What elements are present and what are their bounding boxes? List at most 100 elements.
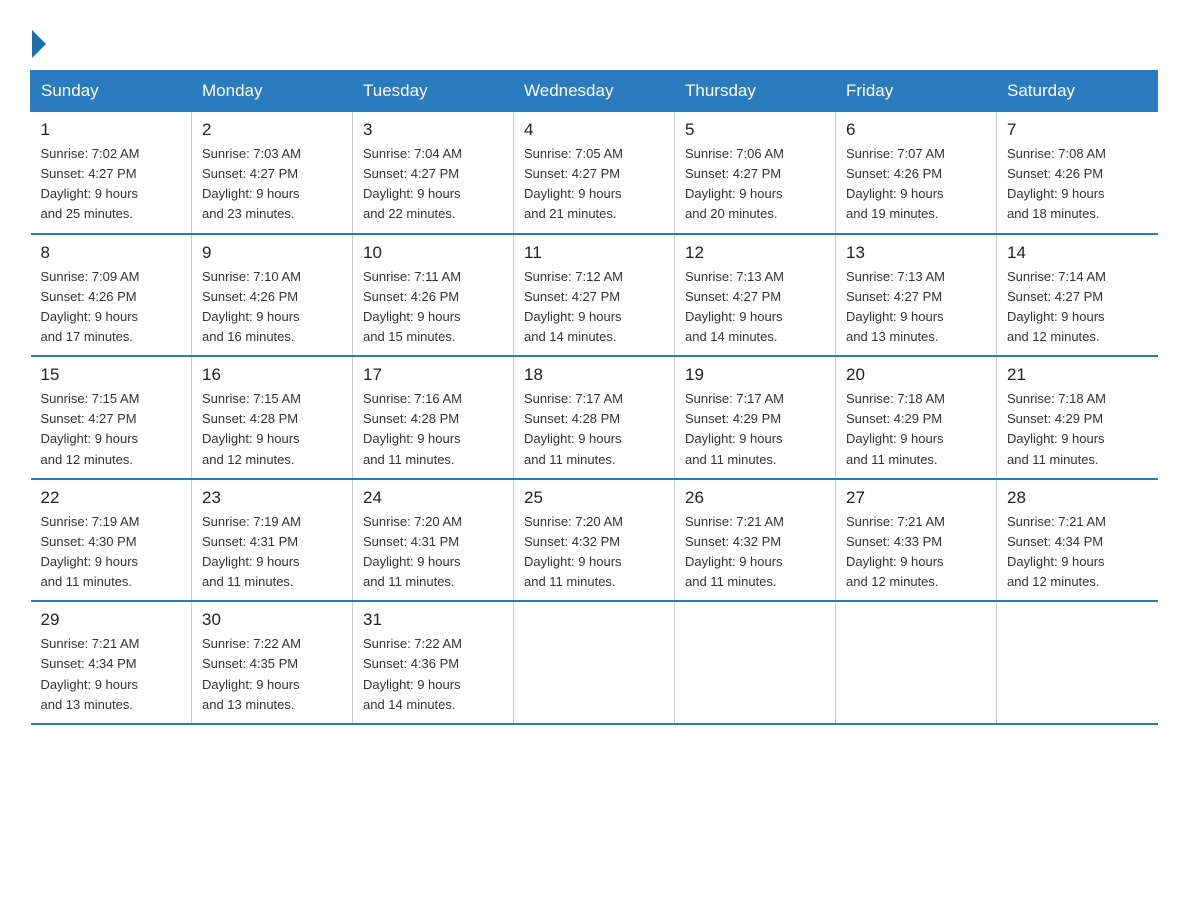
day-info: Sunrise: 7:10 AMSunset: 4:26 PMDaylight:… xyxy=(202,267,342,348)
header-saturday: Saturday xyxy=(997,71,1158,112)
header-sunday: Sunday xyxy=(31,71,192,112)
header-tuesday: Tuesday xyxy=(353,71,514,112)
calendar-day-cell: 11 Sunrise: 7:12 AMSunset: 4:27 PMDaylig… xyxy=(514,234,675,357)
calendar-day-cell: 20 Sunrise: 7:18 AMSunset: 4:29 PMDaylig… xyxy=(836,356,997,479)
calendar-day-cell: 14 Sunrise: 7:14 AMSunset: 4:27 PMDaylig… xyxy=(997,234,1158,357)
calendar-day-cell xyxy=(514,601,675,724)
day-number: 5 xyxy=(685,120,825,140)
day-info: Sunrise: 7:06 AMSunset: 4:27 PMDaylight:… xyxy=(685,144,825,225)
header-wednesday: Wednesday xyxy=(514,71,675,112)
day-info: Sunrise: 7:15 AMSunset: 4:27 PMDaylight:… xyxy=(41,389,182,470)
day-info: Sunrise: 7:19 AMSunset: 4:30 PMDaylight:… xyxy=(41,512,182,593)
day-number: 31 xyxy=(363,610,503,630)
day-info: Sunrise: 7:17 AMSunset: 4:29 PMDaylight:… xyxy=(685,389,825,470)
day-info: Sunrise: 7:08 AMSunset: 4:26 PMDaylight:… xyxy=(1007,144,1148,225)
day-number: 11 xyxy=(524,243,664,263)
day-info: Sunrise: 7:21 AMSunset: 4:33 PMDaylight:… xyxy=(846,512,986,593)
calendar-day-cell: 1 Sunrise: 7:02 AMSunset: 4:27 PMDayligh… xyxy=(31,112,192,234)
day-number: 22 xyxy=(41,488,182,508)
calendar-day-cell xyxy=(997,601,1158,724)
day-number: 4 xyxy=(524,120,664,140)
calendar-day-cell: 4 Sunrise: 7:05 AMSunset: 4:27 PMDayligh… xyxy=(514,112,675,234)
day-info: Sunrise: 7:04 AMSunset: 4:27 PMDaylight:… xyxy=(363,144,503,225)
day-info: Sunrise: 7:20 AMSunset: 4:31 PMDaylight:… xyxy=(363,512,503,593)
day-number: 2 xyxy=(202,120,342,140)
day-info: Sunrise: 7:16 AMSunset: 4:28 PMDaylight:… xyxy=(363,389,503,470)
calendar-day-cell xyxy=(836,601,997,724)
day-info: Sunrise: 7:19 AMSunset: 4:31 PMDaylight:… xyxy=(202,512,342,593)
calendar-day-cell: 31 Sunrise: 7:22 AMSunset: 4:36 PMDaylig… xyxy=(353,601,514,724)
calendar-day-cell: 7 Sunrise: 7:08 AMSunset: 4:26 PMDayligh… xyxy=(997,112,1158,234)
day-number: 21 xyxy=(1007,365,1148,385)
logo-container xyxy=(30,30,46,50)
day-info: Sunrise: 7:09 AMSunset: 4:26 PMDaylight:… xyxy=(41,267,182,348)
logo xyxy=(30,30,46,50)
day-number: 7 xyxy=(1007,120,1148,140)
day-info: Sunrise: 7:20 AMSunset: 4:32 PMDaylight:… xyxy=(524,512,664,593)
day-info: Sunrise: 7:17 AMSunset: 4:28 PMDaylight:… xyxy=(524,389,664,470)
calendar-day-cell: 16 Sunrise: 7:15 AMSunset: 4:28 PMDaylig… xyxy=(192,356,353,479)
calendar-day-cell xyxy=(675,601,836,724)
day-info: Sunrise: 7:18 AMSunset: 4:29 PMDaylight:… xyxy=(1007,389,1148,470)
day-number: 17 xyxy=(363,365,503,385)
calendar-day-cell: 9 Sunrise: 7:10 AMSunset: 4:26 PMDayligh… xyxy=(192,234,353,357)
calendar-day-cell: 23 Sunrise: 7:19 AMSunset: 4:31 PMDaylig… xyxy=(192,479,353,602)
header-friday: Friday xyxy=(836,71,997,112)
day-info: Sunrise: 7:22 AMSunset: 4:35 PMDaylight:… xyxy=(202,634,342,715)
day-number: 20 xyxy=(846,365,986,385)
calendar-day-cell: 17 Sunrise: 7:16 AMSunset: 4:28 PMDaylig… xyxy=(353,356,514,479)
day-number: 13 xyxy=(846,243,986,263)
day-info: Sunrise: 7:14 AMSunset: 4:27 PMDaylight:… xyxy=(1007,267,1148,348)
calendar-day-cell: 19 Sunrise: 7:17 AMSunset: 4:29 PMDaylig… xyxy=(675,356,836,479)
day-info: Sunrise: 7:22 AMSunset: 4:36 PMDaylight:… xyxy=(363,634,503,715)
calendar-day-cell: 24 Sunrise: 7:20 AMSunset: 4:31 PMDaylig… xyxy=(353,479,514,602)
day-number: 15 xyxy=(41,365,182,385)
page-header xyxy=(30,20,1158,50)
calendar-day-cell: 29 Sunrise: 7:21 AMSunset: 4:34 PMDaylig… xyxy=(31,601,192,724)
calendar-day-cell: 15 Sunrise: 7:15 AMSunset: 4:27 PMDaylig… xyxy=(31,356,192,479)
day-number: 1 xyxy=(41,120,182,140)
calendar-day-cell: 5 Sunrise: 7:06 AMSunset: 4:27 PMDayligh… xyxy=(675,112,836,234)
day-number: 19 xyxy=(685,365,825,385)
header-monday: Monday xyxy=(192,71,353,112)
calendar-day-cell: 25 Sunrise: 7:20 AMSunset: 4:32 PMDaylig… xyxy=(514,479,675,602)
calendar-day-cell: 30 Sunrise: 7:22 AMSunset: 4:35 PMDaylig… xyxy=(192,601,353,724)
calendar-day-cell: 22 Sunrise: 7:19 AMSunset: 4:30 PMDaylig… xyxy=(31,479,192,602)
calendar-week-row: 1 Sunrise: 7:02 AMSunset: 4:27 PMDayligh… xyxy=(31,112,1158,234)
calendar-day-cell: 27 Sunrise: 7:21 AMSunset: 4:33 PMDaylig… xyxy=(836,479,997,602)
day-info: Sunrise: 7:21 AMSunset: 4:32 PMDaylight:… xyxy=(685,512,825,593)
day-number: 16 xyxy=(202,365,342,385)
day-number: 14 xyxy=(1007,243,1148,263)
day-info: Sunrise: 7:11 AMSunset: 4:26 PMDaylight:… xyxy=(363,267,503,348)
calendar-day-cell: 10 Sunrise: 7:11 AMSunset: 4:26 PMDaylig… xyxy=(353,234,514,357)
day-number: 12 xyxy=(685,243,825,263)
day-info: Sunrise: 7:21 AMSunset: 4:34 PMDaylight:… xyxy=(1007,512,1148,593)
day-info: Sunrise: 7:03 AMSunset: 4:27 PMDaylight:… xyxy=(202,144,342,225)
day-number: 3 xyxy=(363,120,503,140)
day-number: 27 xyxy=(846,488,986,508)
day-number: 10 xyxy=(363,243,503,263)
day-info: Sunrise: 7:07 AMSunset: 4:26 PMDaylight:… xyxy=(846,144,986,225)
calendar-day-cell: 3 Sunrise: 7:04 AMSunset: 4:27 PMDayligh… xyxy=(353,112,514,234)
calendar-week-row: 15 Sunrise: 7:15 AMSunset: 4:27 PMDaylig… xyxy=(31,356,1158,479)
day-number: 28 xyxy=(1007,488,1148,508)
day-info: Sunrise: 7:15 AMSunset: 4:28 PMDaylight:… xyxy=(202,389,342,470)
calendar-day-cell: 21 Sunrise: 7:18 AMSunset: 4:29 PMDaylig… xyxy=(997,356,1158,479)
day-number: 8 xyxy=(41,243,182,263)
day-number: 25 xyxy=(524,488,664,508)
calendar-week-row: 8 Sunrise: 7:09 AMSunset: 4:26 PMDayligh… xyxy=(31,234,1158,357)
calendar-day-cell: 13 Sunrise: 7:13 AMSunset: 4:27 PMDaylig… xyxy=(836,234,997,357)
day-number: 9 xyxy=(202,243,342,263)
calendar-day-cell: 18 Sunrise: 7:17 AMSunset: 4:28 PMDaylig… xyxy=(514,356,675,479)
calendar-day-cell: 8 Sunrise: 7:09 AMSunset: 4:26 PMDayligh… xyxy=(31,234,192,357)
calendar-day-cell: 2 Sunrise: 7:03 AMSunset: 4:27 PMDayligh… xyxy=(192,112,353,234)
header-thursday: Thursday xyxy=(675,71,836,112)
day-info: Sunrise: 7:18 AMSunset: 4:29 PMDaylight:… xyxy=(846,389,986,470)
day-info: Sunrise: 7:05 AMSunset: 4:27 PMDaylight:… xyxy=(524,144,664,225)
day-number: 29 xyxy=(41,610,182,630)
logo-arrow-icon xyxy=(32,30,46,58)
calendar-header-row: SundayMondayTuesdayWednesdayThursdayFrid… xyxy=(31,71,1158,112)
calendar-table: SundayMondayTuesdayWednesdayThursdayFrid… xyxy=(30,70,1158,725)
day-number: 24 xyxy=(363,488,503,508)
calendar-day-cell: 6 Sunrise: 7:07 AMSunset: 4:26 PMDayligh… xyxy=(836,112,997,234)
